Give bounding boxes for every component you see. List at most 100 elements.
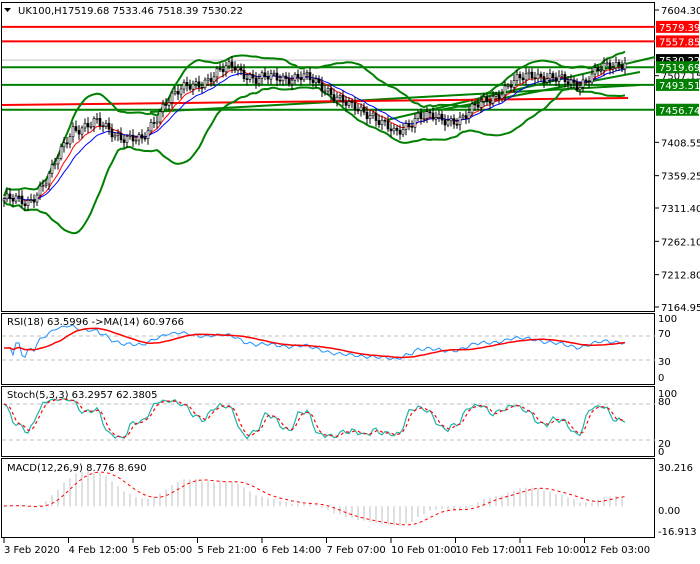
candle-body xyxy=(209,78,213,83)
macd-tick: 30.216 xyxy=(658,463,693,474)
candle-body xyxy=(41,185,45,187)
candle-body xyxy=(305,72,309,75)
candle-body xyxy=(197,81,201,88)
candle-body xyxy=(506,84,510,87)
candle-body xyxy=(35,194,39,203)
candle-body xyxy=(398,130,402,135)
green-level-label: 7493.51 xyxy=(659,81,700,92)
candle-body xyxy=(509,84,513,88)
price-tick-label: 7262.10 xyxy=(661,237,700,248)
candle-body xyxy=(440,113,444,121)
candle-body xyxy=(554,77,558,82)
candle-body xyxy=(602,62,606,71)
candle-body xyxy=(359,106,363,111)
candle-body xyxy=(56,158,60,165)
candle-body xyxy=(257,78,261,84)
candle-body xyxy=(320,82,324,92)
candle-body xyxy=(503,85,507,96)
time-axis: 3 Feb 2020 4 Feb 12:00 5 Feb 05:00 5 Feb 21… xyxy=(3,538,651,556)
candle-body xyxy=(524,73,528,81)
candle-body xyxy=(350,101,354,103)
candle-body xyxy=(329,88,333,95)
candle-body xyxy=(452,118,456,125)
candle-body xyxy=(59,146,63,159)
candle-body xyxy=(233,66,237,71)
candle-body xyxy=(266,76,270,80)
candle-body xyxy=(317,78,321,83)
candle-body xyxy=(518,74,522,79)
candle-body xyxy=(14,195,18,202)
candle-body xyxy=(410,126,414,128)
candle-body xyxy=(173,91,177,94)
main-panel xyxy=(1,2,655,312)
stoch-label: Stoch(5,3,3) 63.2957 62.3805 xyxy=(7,390,158,401)
candle-body xyxy=(248,74,252,80)
candle-body xyxy=(230,61,234,68)
candle-body xyxy=(200,87,204,89)
candle-body xyxy=(176,91,180,95)
candle-body xyxy=(464,115,468,119)
candle-body xyxy=(395,127,399,131)
candle-body xyxy=(185,82,189,86)
candle-body xyxy=(284,75,288,79)
candle-body xyxy=(338,95,342,98)
time-label: 4 Feb 12:00 xyxy=(69,545,128,556)
candle-body xyxy=(179,88,183,95)
candle-body xyxy=(458,116,462,125)
candle-body xyxy=(614,61,618,69)
candle-body xyxy=(191,83,195,90)
candle-body xyxy=(116,133,120,136)
time-label: 12 Feb 03:00 xyxy=(585,545,651,556)
candle-body xyxy=(314,78,318,83)
candle-body xyxy=(194,81,198,85)
candle-body xyxy=(269,73,273,80)
candle-body xyxy=(287,78,291,85)
candle-body xyxy=(137,134,141,141)
candle-body xyxy=(485,96,489,102)
time-label: 10 Feb 01:00 xyxy=(391,545,457,556)
candle-body xyxy=(107,122,111,130)
candle-body xyxy=(377,120,381,125)
candle-body xyxy=(8,193,12,199)
price-tick-label: 7164.95 xyxy=(661,303,700,314)
candle-body xyxy=(341,95,345,103)
candle-body xyxy=(2,198,6,202)
candle-body xyxy=(476,104,480,108)
candle-body xyxy=(215,68,219,78)
candle-body xyxy=(581,79,585,88)
candle-body xyxy=(161,103,165,112)
candle-body xyxy=(95,117,99,120)
time-label: 10 Feb 17:00 xyxy=(456,545,522,556)
candle-body xyxy=(530,71,534,79)
candle-body xyxy=(617,61,621,66)
price-tick-label: 7212.80 xyxy=(661,271,700,282)
time-label: 3 Feb 2020 xyxy=(4,545,60,556)
candle-body xyxy=(146,130,150,139)
candle-body xyxy=(605,62,609,65)
candle-body xyxy=(431,112,435,120)
price-tick-label: 7408.55 xyxy=(661,138,700,149)
stoch-tick: 80 xyxy=(658,397,671,408)
candle-body xyxy=(17,195,21,198)
candle-body xyxy=(443,119,447,126)
candle-body xyxy=(446,120,450,126)
candle-body xyxy=(449,118,453,122)
candle-body xyxy=(236,67,240,71)
candle-body xyxy=(308,72,312,81)
candle-body xyxy=(203,79,207,88)
candle-body xyxy=(131,134,135,142)
candle-body xyxy=(125,136,129,143)
candle-body xyxy=(368,115,372,120)
candle-body xyxy=(134,139,138,142)
candle-body xyxy=(392,127,396,132)
candle-body xyxy=(374,112,378,121)
trading-chart[interactable]: 7604.307507.157408.557359.257311.407262.… xyxy=(0,0,700,560)
price-tick-label: 7311.40 xyxy=(661,204,700,215)
candle-body xyxy=(140,134,144,139)
candle-body xyxy=(260,72,264,79)
green-level-label: 7456.74 xyxy=(659,106,700,117)
candle-body xyxy=(422,118,426,120)
candle-body xyxy=(275,72,279,81)
candle-body xyxy=(239,67,243,71)
candle-body xyxy=(218,68,222,70)
